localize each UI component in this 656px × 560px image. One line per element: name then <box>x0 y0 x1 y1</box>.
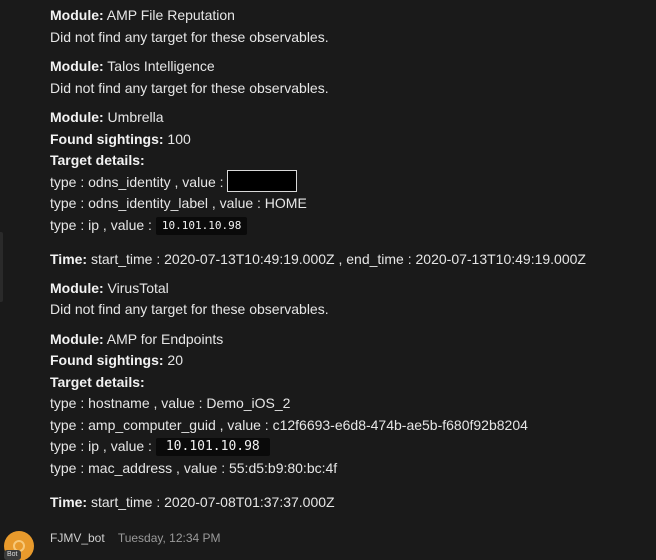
target-details-heading: Target details: <box>50 373 145 390</box>
message-author[interactable]: FJMV_bot <box>50 531 105 545</box>
target-row: type : odns_identity , value : <box>50 170 650 194</box>
redacted-value <box>227 170 298 193</box>
module-line: Module: VirusTotal <box>50 279 169 296</box>
target-row: type : ip , value : 10.101.10.98 <box>50 436 650 458</box>
target-row: type : hostname , value : Demo_iOS_2 <box>50 395 291 411</box>
no-target-message: Did not find any target for these observ… <box>50 79 329 96</box>
target-row: type : ip , value : 10.101.10.98 <box>50 215 650 237</box>
sightings-count: 100 <box>167 130 191 147</box>
bot-badge: Bot <box>4 550 21 560</box>
message-header: FJMV_bot Tuesday, 12:34 PM <box>50 529 221 547</box>
no-target-message: Did not find any target for these observ… <box>50 301 329 317</box>
module-line: Module: AMP for Endpoints <box>50 330 224 347</box>
time-line: Time: start_time : 2020-07-13T10:49:19.0… <box>50 251 586 267</box>
sightings-count: 20 <box>167 352 183 368</box>
ip-value: 10.101.10.98 <box>155 216 248 235</box>
module-line: Module: Talos Intelligence <box>50 58 215 74</box>
cut-off-message-text <box>50 553 360 560</box>
module-name: Umbrella <box>107 109 164 125</box>
target-row: type : amp_computer_guid , value : c12f6… <box>50 416 528 433</box>
target-details-heading: Target details: <box>50 152 145 168</box>
module-line: Module: AMP File Reputation <box>50 7 235 23</box>
module-name: AMP for Endpoints <box>106 330 224 347</box>
module-name: VirusTotal <box>107 279 169 296</box>
message-body: Module: AMP File Reputation Did not find… <box>50 5 650 514</box>
time-line: Time: start_time : 2020-07-08T01:37:37.0… <box>50 494 335 510</box>
target-row: type : mac_address , value : 55:d5:b9:80… <box>50 459 338 476</box>
module-line: Module: Umbrella <box>50 109 164 125</box>
found-sightings: Found sightings: 20 <box>50 352 183 368</box>
scroll-indicator <box>0 232 3 302</box>
target-row: type : odns_identity_label , value : HOM… <box>50 195 307 211</box>
found-sightings: Found sightings: 100 <box>50 130 191 147</box>
message-timestamp: Tuesday, 12:34 PM <box>117 531 221 545</box>
module-name: Talos Intelligence <box>107 58 215 74</box>
module-name: AMP File Reputation <box>106 7 235 23</box>
ip-value: 10.101.10.98 <box>155 438 270 457</box>
no-target-message: Did not find any target for these observ… <box>50 28 329 45</box>
